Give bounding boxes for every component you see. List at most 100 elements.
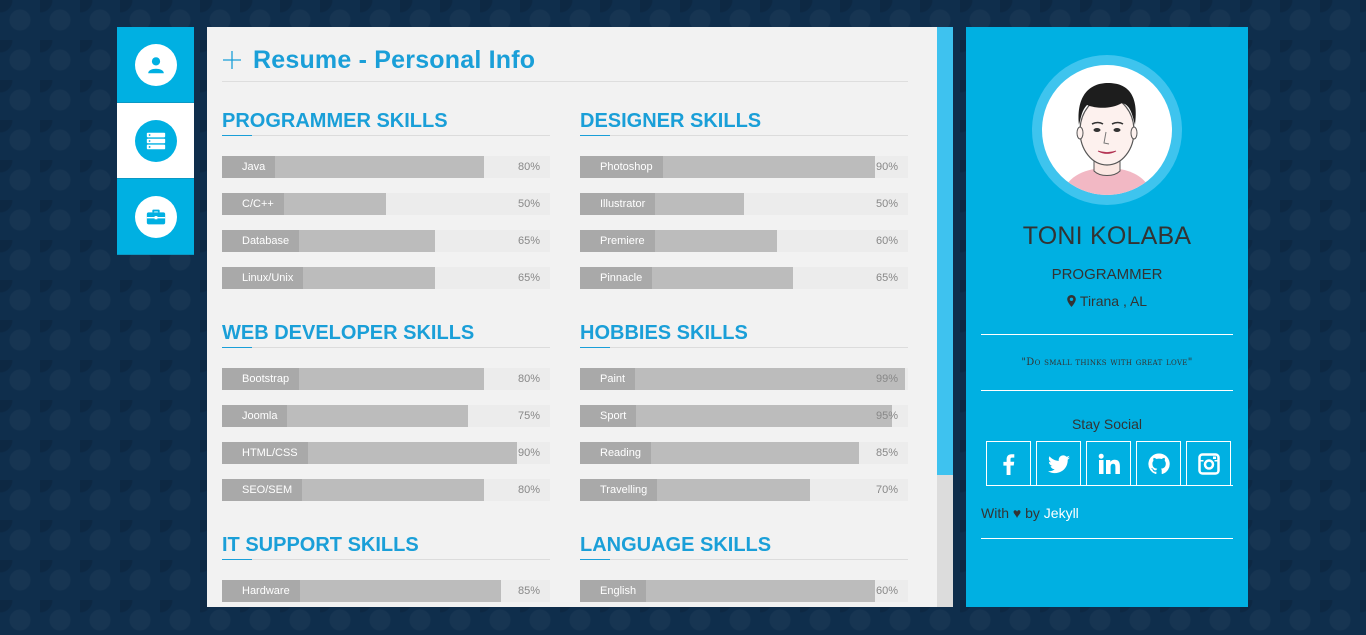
skill-name: Premiere <box>580 230 655 252</box>
skill-name: Paint <box>580 368 636 390</box>
facebook-link[interactable] <box>986 441 1031 486</box>
skill-percent: 95% <box>875 410 898 422</box>
section-language: LANGUAGE SKILLS English 60% <box>580 531 908 607</box>
nav-item-profile[interactable] <box>117 27 194 103</box>
section-rule <box>222 347 550 348</box>
nav-item-portfolio[interactable] <box>117 179 194 255</box>
resume-icon <box>134 119 177 162</box>
skill-bar: Reading 85% <box>580 442 908 464</box>
instagram-link[interactable] <box>1186 441 1231 486</box>
section-title: DESIGNER SKILLS <box>580 110 762 132</box>
skill-percent: 65% <box>517 235 540 247</box>
section-title: IT SUPPORT SKILLS <box>222 534 419 556</box>
skill-percent: 60% <box>875 235 898 247</box>
section-rule <box>580 559 908 560</box>
skill-bar: C/C++ 50% <box>222 193 550 215</box>
page-header: Resume - Personal Info <box>222 41 908 82</box>
side-nav <box>117 27 194 255</box>
skill-bar: Photoshop 90% <box>580 156 908 178</box>
skill-name: Illustrator <box>580 193 656 215</box>
skill-percent: 90% <box>517 447 540 459</box>
profile-role: PROGRAMMER <box>1051 266 1163 283</box>
credit-line: With ♥ by Jekyll <box>981 505 1079 521</box>
profile-name: TONI KOLABA <box>1022 222 1192 250</box>
page-title: Resume - Personal Info <box>253 45 536 74</box>
skill-percent: 75% <box>517 410 540 422</box>
skill-name: Java <box>222 156 276 178</box>
skill-name: Database <box>222 230 300 252</box>
skill-bar: HTML/CSS 90% <box>222 442 550 464</box>
plus-icon <box>223 50 241 69</box>
twitter-icon <box>1047 454 1070 473</box>
skill-bar: Paint 99% <box>580 368 908 390</box>
skill-percent: 60% <box>875 585 898 597</box>
section-designer: DESIGNER SKILLS Photoshop 90% Illustrator 5… <box>580 107 908 304</box>
skill-bar: Pinnacle 65% <box>580 267 908 289</box>
skill-name: Linux/Unix <box>222 267 304 289</box>
divider <box>981 334 1233 335</box>
github-icon <box>1147 452 1170 474</box>
skill-name: Joomla <box>222 405 288 427</box>
jekyll-link[interactable]: Jekyll <box>1044 505 1079 521</box>
skill-percent: 70% <box>875 484 898 496</box>
section-rule <box>580 135 908 136</box>
skill-bar: Database 65% <box>222 230 550 252</box>
social-links <box>986 441 1231 486</box>
skill-bar: Premiere 60% <box>580 230 908 252</box>
twitter-link[interactable] <box>1036 441 1081 486</box>
skill-bar: Hardware 85% <box>222 580 550 602</box>
section-rule <box>222 559 550 560</box>
skill-bar: Travelling 70% <box>580 479 908 501</box>
credit-prefix: With <box>981 505 1009 521</box>
linkedin-link[interactable] <box>1086 441 1131 486</box>
nav-item-resume[interactable] <box>117 103 194 179</box>
skill-bar: Joomla 75% <box>222 405 550 427</box>
skill-bar: Java 80% <box>222 156 550 178</box>
skill-bar: English 60% <box>580 580 908 602</box>
section-hobbies: HOBBIES SKILLS Paint 99% Sport 95% Reading 85… <box>580 319 908 516</box>
github-link[interactable] <box>1136 441 1181 486</box>
section-title: PROGRAMMER SKILLS <box>222 110 448 132</box>
instagram-icon <box>1197 452 1220 475</box>
briefcase-icon <box>134 195 177 238</box>
skill-percent: 50% <box>517 198 540 210</box>
skill-percent: 65% <box>875 272 898 284</box>
section-rule <box>222 135 550 136</box>
section-title: WEB DEVELOPER SKILLS <box>222 322 475 344</box>
skill-name: Reading <box>580 442 651 464</box>
map-pin-icon <box>1067 295 1076 307</box>
scrollbar-thumb[interactable] <box>937 27 953 475</box>
resume-panel: Resume - Personal Info PROGRAMMER SKILLS… <box>207 27 953 607</box>
skill-percent: 99% <box>875 373 898 385</box>
skill-percent: 90% <box>875 161 898 173</box>
stay-social-label: Stay Social <box>1071 416 1143 432</box>
skill-name: Hardware <box>222 580 300 602</box>
divider <box>981 390 1233 391</box>
skill-bar: SEO/SEM 80% <box>222 479 550 501</box>
credit-by: by <box>1025 505 1040 521</box>
skill-name: English <box>580 580 647 602</box>
skill-name: Bootstrap <box>222 368 300 390</box>
skill-bar: Sport 95% <box>580 405 908 427</box>
linkedin-icon <box>1098 453 1120 474</box>
skill-percent: 50% <box>875 198 898 210</box>
skill-name: Travelling <box>580 479 658 501</box>
location-text: Tirana , AL <box>1079 293 1148 309</box>
skill-percent: 85% <box>875 447 898 459</box>
heart-icon: ♥ <box>1012 505 1022 521</box>
skill-percent: 80% <box>517 484 540 496</box>
section-web-developer: WEB DEVELOPER SKILLS Bootstrap 80% Joomla 7… <box>222 319 550 516</box>
profile-quote: "Do small thinks with great love" <box>1021 357 1193 368</box>
skill-percent: 65% <box>517 272 540 284</box>
skill-percent: 80% <box>517 373 540 385</box>
skill-bar: Linux/Unix 65% <box>222 267 550 289</box>
skill-name: HTML/CSS <box>222 442 308 464</box>
skill-name: C/C++ <box>222 193 284 215</box>
skill-name: Sport <box>580 405 637 427</box>
skill-bar: Bootstrap 80% <box>222 368 550 390</box>
section-programmer: PROGRAMMER SKILLS Java 80% C/C++ 50% Databas… <box>222 107 550 304</box>
skill-bar: Illustrator 50% <box>580 193 908 215</box>
avatar-ring <box>1032 55 1182 205</box>
skill-name: Photoshop <box>580 156 663 178</box>
facebook-icon <box>1002 453 1014 475</box>
